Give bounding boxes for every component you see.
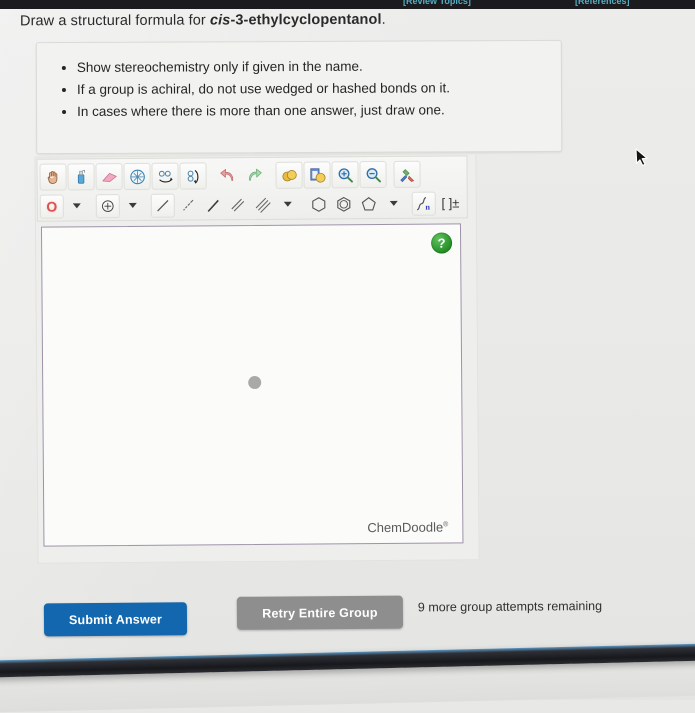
charge-button[interactable] — [95, 194, 119, 218]
color-tools-icon[interactable] — [393, 161, 420, 188]
review-topics-link[interactable]: [Review Topics] — [403, 0, 471, 7]
references-link[interactable]: [References] — [575, 0, 630, 7]
chevron-down-icon — [73, 203, 81, 208]
action-row: Submit Answer Retry Entire Group 9 more … — [44, 596, 644, 645]
flip-horizontal-icon[interactable] — [151, 163, 178, 190]
registered-mark: ® — [443, 521, 448, 528]
question-prefix: Draw a structural formula for — [20, 13, 210, 30]
move-translate-icon[interactable] — [123, 163, 150, 190]
drawing-canvas[interactable]: ? ChemDoodle® — [41, 223, 464, 546]
hashed-bond-tool[interactable] — [176, 193, 200, 217]
bond-dropdown-caret[interactable] — [276, 192, 300, 216]
triple-bond-tool[interactable] — [251, 192, 275, 216]
atom-oxygen-button[interactable]: O — [40, 194, 64, 218]
copy-icon[interactable] — [275, 162, 302, 189]
instructions-box: Show stereochemistry only if given in th… — [36, 40, 562, 154]
clear-canvas-icon[interactable] — [67, 163, 94, 190]
chemdoodle-sketcher[interactable]: O — [34, 153, 477, 561]
single-bond-tool[interactable] — [151, 193, 175, 217]
redo-icon[interactable] — [241, 162, 268, 189]
cyclopentane-tool[interactable] — [356, 192, 380, 216]
atom-dropdown-caret[interactable] — [65, 194, 89, 218]
compound-name: -3-ethylcyclopentanol — [230, 12, 381, 29]
browser-top-strip: [Review Topics] [References] — [0, 0, 695, 9]
instructions-list: Show stereochemistry only if given in th… — [37, 55, 561, 122]
chemdoodle-watermark: ChemDoodle® — [367, 519, 448, 535]
submit-answer-button[interactable]: Submit Answer — [44, 602, 187, 636]
double-bond-tool[interactable] — [226, 193, 250, 217]
zoom-out-icon[interactable] — [359, 161, 386, 188]
list-item: If a group is achiral, do not use wedged… — [77, 77, 561, 100]
question-prompt: Draw a structural formula for cis-3-ethy… — [20, 11, 640, 30]
benzene-tool[interactable] — [331, 192, 355, 216]
hand-pan-icon[interactable] — [39, 163, 66, 190]
chain-tool[interactable]: n — [412, 191, 436, 215]
list-item: Show stereochemistry only if given in th… — [77, 55, 561, 78]
eraser-icon[interactable] — [95, 163, 122, 190]
zoom-in-icon[interactable] — [331, 161, 358, 188]
svg-text:n: n — [426, 202, 431, 211]
stereo-descriptor: cis — [210, 12, 231, 28]
charge-dropdown-caret[interactable] — [120, 193, 144, 217]
flip-vertical-icon[interactable] — [179, 162, 206, 189]
retry-entire-group-button[interactable]: Retry Entire Group — [237, 596, 403, 630]
mouse-cursor-icon — [635, 148, 650, 174]
list-item: In cases where there is more than one an… — [77, 99, 561, 122]
cyclohexane-tool[interactable] — [306, 192, 330, 216]
chevron-down-icon — [128, 203, 136, 208]
question-suffix: . — [382, 12, 386, 28]
canvas-atom-node[interactable] — [248, 376, 261, 389]
watermark-text: ChemDoodle — [367, 520, 443, 536]
undo-icon[interactable] — [213, 162, 240, 189]
chevron-down-icon — [284, 202, 292, 207]
wedge-bond-tool[interactable] — [201, 193, 225, 217]
sketcher-toolbar: O — [36, 155, 467, 221]
paste-icon[interactable] — [303, 161, 330, 188]
ring-dropdown-caret[interactable] — [381, 191, 405, 215]
toolbar-row-1 — [39, 158, 464, 192]
help-icon[interactable]: ? — [431, 232, 452, 253]
attempts-remaining-text: 9 more group attempts remaining — [418, 599, 602, 614]
bracket-tool[interactable]: [ ]± — [437, 191, 464, 215]
toolbar-row-2: O — [40, 189, 465, 219]
chevron-down-icon — [389, 201, 397, 206]
